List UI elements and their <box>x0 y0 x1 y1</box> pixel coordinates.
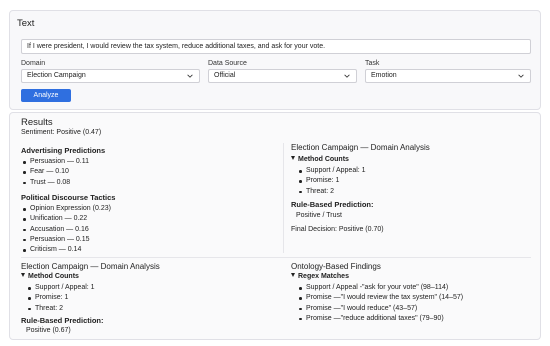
analyze-button[interactable]: Analyze <box>21 89 71 102</box>
list-item: Fear — 0.10 <box>23 168 89 178</box>
list-item: Support / Appeal: 1 <box>299 167 366 177</box>
ontology-title: Ontology-Based Findings <box>291 262 381 271</box>
domain-select[interactable]: Election Campaign <box>21 69 200 83</box>
caret-down-icon <box>291 273 295 277</box>
final-decision: Final Decision: Positive (0.70) <box>291 226 384 233</box>
text-input[interactable]: If I were president, I would review the … <box>21 39 531 54</box>
list-item: Criticism — 0.14 <box>23 246 111 256</box>
data-source-label: Data Source <box>208 60 247 67</box>
chevron-down-icon <box>344 74 350 78</box>
sentiment-text: Sentiment: Positive (0.47) <box>21 129 102 136</box>
chevron-down-icon <box>518 74 524 78</box>
rule-based-value-left: Positive (0.67) <box>26 327 71 334</box>
text-heading: Text <box>17 18 35 29</box>
regex-matches-label: Regex Matches <box>298 273 349 280</box>
rule-based-value-right: Positive / Trust <box>296 212 342 219</box>
list-item: Promise —"I would review the tax system"… <box>299 294 463 304</box>
task-label: Task <box>365 60 380 67</box>
task-select-value: Emotion <box>371 72 397 79</box>
data-source-select-value: Official <box>214 72 236 79</box>
list-item: Opinion Expression (0.23) <box>23 205 111 215</box>
method-counts-toggle-left[interactable]: Method Counts <box>21 273 79 280</box>
chevron-down-icon <box>187 74 193 78</box>
results-panel: Results Sentiment: Positive (0.47) Adver… <box>9 112 541 340</box>
regex-matches-toggle[interactable]: Regex Matches <box>291 273 349 280</box>
list-item: Accusation — 0.16 <box>23 226 111 236</box>
rule-based-label-right: Rule-Based Prediction: <box>291 200 374 209</box>
data-source-select[interactable]: Official <box>208 69 357 83</box>
results-heading: Results <box>21 117 53 128</box>
advertising-list: Persuasion — 0.11 Fear — 0.10 Trust — 0.… <box>23 158 89 189</box>
list-item: Threat: 2 <box>28 305 95 315</box>
method-counts-toggle-right[interactable]: Method Counts <box>291 156 349 163</box>
list-item: Unification — 0.22 <box>23 215 111 225</box>
caret-down-icon <box>21 273 25 277</box>
list-item: Persuasion — 0.15 <box>23 236 111 246</box>
method-counts-list-right: Support / Appeal: 1 Promise: 1 Threat: 2 <box>299 167 366 198</box>
list-item: Trust — 0.08 <box>23 179 89 189</box>
method-counts-label: Method Counts <box>28 273 79 280</box>
row-divider <box>21 257 531 258</box>
domain-analysis-title-left: Election Campaign — Domain Analysis <box>21 262 160 271</box>
list-item: Persuasion — 0.11 <box>23 158 89 168</box>
list-item: Support / Appeal -"ask for your vote" (9… <box>299 284 463 294</box>
advertising-heading: Advertising Predictions <box>21 146 106 155</box>
list-item: Promise —"I would reduce" (43–57) <box>299 305 463 315</box>
regex-matches-list: Support / Appeal -"ask for your vote" (9… <box>299 284 463 325</box>
list-item: Promise: 1 <box>299 177 366 187</box>
method-counts-label: Method Counts <box>298 156 349 163</box>
column-divider <box>283 143 284 253</box>
political-list: Opinion Expression (0.23) Unification — … <box>23 205 111 256</box>
rule-based-label-left: Rule-Based Prediction: <box>21 316 104 325</box>
method-counts-list-left: Support / Appeal: 1 Promise: 1 Threat: 2 <box>28 284 95 315</box>
domain-select-value: Election Campaign <box>27 72 86 79</box>
list-item: Support / Appeal: 1 <box>28 284 95 294</box>
domain-label: Domain <box>21 60 46 67</box>
caret-down-icon <box>291 156 295 160</box>
list-item: Promise —"reduce additional taxes" (79–9… <box>299 315 463 325</box>
task-select[interactable]: Emotion <box>365 69 531 83</box>
political-heading: Political Discourse Tactics <box>21 193 116 202</box>
domain-analysis-title-right: Election Campaign — Domain Analysis <box>291 143 430 152</box>
list-item: Threat: 2 <box>299 188 366 198</box>
input-panel: Text If I were president, I would review… <box>9 10 541 110</box>
list-item: Promise: 1 <box>28 294 95 304</box>
